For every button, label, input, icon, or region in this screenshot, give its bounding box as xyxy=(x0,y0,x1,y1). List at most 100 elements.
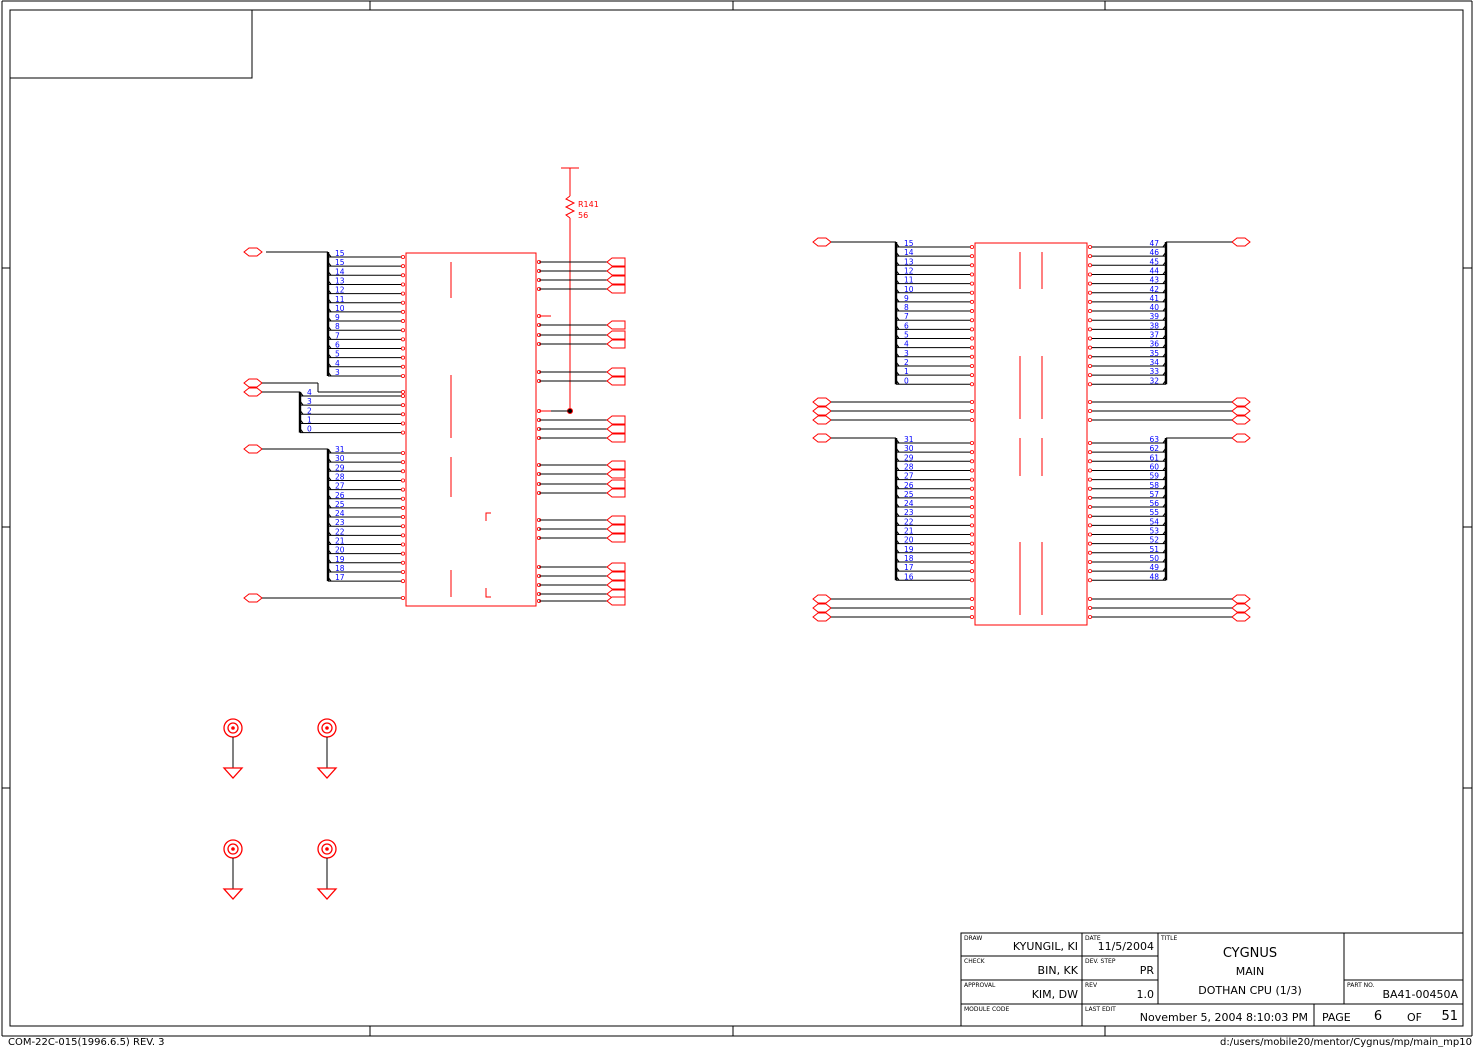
pin-terminal xyxy=(400,551,405,556)
pin-terminal xyxy=(970,468,975,473)
left-ic-wires xyxy=(243,247,626,606)
offpage-connector xyxy=(812,397,832,407)
pin-terminal xyxy=(1088,382,1093,387)
pin-label: 33 xyxy=(1149,367,1159,376)
approval-label: APPROVAL xyxy=(964,982,996,989)
pin-terminal xyxy=(400,346,405,351)
pin-terminal xyxy=(970,318,975,323)
pin-terminal xyxy=(400,337,405,342)
pin-terminal xyxy=(1088,408,1093,413)
ground-symbol xyxy=(316,888,338,900)
pin-terminal xyxy=(970,505,975,510)
offpage-connector xyxy=(606,571,626,581)
pin-terminal xyxy=(970,382,975,387)
mounting-holes xyxy=(222,718,338,900)
rev-label: REV xyxy=(1085,982,1098,989)
pin-label: 11 xyxy=(335,295,345,304)
pin-terminal xyxy=(970,263,975,268)
of-label: OF xyxy=(1407,1011,1422,1024)
pin-terminal xyxy=(400,389,405,394)
pin-terminal xyxy=(1088,263,1093,268)
pin-label: 24 xyxy=(904,499,914,508)
mounting-hole-center xyxy=(231,847,235,851)
pin-label: 27 xyxy=(904,472,914,481)
pin-label: 22 xyxy=(335,527,345,536)
pin-terminal xyxy=(970,309,975,314)
pin-label: 21 xyxy=(904,527,914,536)
right-ic-wires xyxy=(812,237,1251,622)
mounting-hole-center xyxy=(231,726,235,730)
pin-label: 10 xyxy=(904,285,914,294)
pin-label: 30 xyxy=(335,454,345,463)
mounting-hole-center xyxy=(325,847,329,851)
pin-terminal xyxy=(970,244,975,249)
offpage-connector xyxy=(606,533,626,543)
pin-terminal xyxy=(400,300,405,305)
pin-label: 3 xyxy=(307,397,312,406)
pin-terminal xyxy=(970,477,975,482)
ground-symbol xyxy=(222,888,244,900)
pin-terminal xyxy=(970,541,975,546)
revision-box xyxy=(9,9,253,79)
draw-label: DRAW xyxy=(964,935,982,942)
of-value: 51 xyxy=(1441,1009,1458,1024)
pin-label: 12 xyxy=(335,286,345,295)
resistor-ref: R141 xyxy=(578,200,599,209)
pin-label: 52 xyxy=(1149,536,1159,545)
offpage-connector xyxy=(606,339,626,349)
pin-label: 41 xyxy=(1149,294,1159,303)
pin-terminal xyxy=(400,430,405,435)
pin-terminal xyxy=(1088,532,1093,537)
pin-terminal xyxy=(400,579,405,584)
offpage-connector xyxy=(1231,603,1251,613)
pin-terminal xyxy=(1088,244,1093,249)
date-value: 11/5/2004 xyxy=(1098,940,1154,953)
pin-label: 57 xyxy=(1149,490,1159,499)
pin-label: 51 xyxy=(1149,545,1159,554)
ground-symbol xyxy=(316,767,338,779)
offpage-connector xyxy=(812,594,832,604)
pin-label: 28 xyxy=(904,462,914,471)
offpage-connector xyxy=(243,387,263,397)
pin-terminal xyxy=(400,478,405,483)
pin-terminal xyxy=(1088,495,1093,500)
pin-terminal xyxy=(400,596,405,601)
pin-label: 8 xyxy=(904,303,909,312)
pin-terminal xyxy=(1088,559,1093,564)
pin-label: 36 xyxy=(1149,340,1159,349)
left-ic-separators xyxy=(450,262,491,598)
pin-terminal xyxy=(970,399,975,404)
pin-terminal xyxy=(400,364,405,369)
pin-label: 43 xyxy=(1149,276,1159,285)
pin-terminal xyxy=(1088,541,1093,546)
pin-label: 29 xyxy=(335,463,345,472)
pin-label: 39 xyxy=(1149,312,1159,321)
pin-label: 6 xyxy=(904,321,909,330)
pin-label: 56 xyxy=(1149,499,1159,508)
module-label: MODULE CODE xyxy=(964,1006,1009,1013)
pin-terminal xyxy=(1088,569,1093,574)
pin-label: 18 xyxy=(335,564,345,573)
pin-label: 29 xyxy=(904,453,914,462)
right-ic-pin-labels: 1514131211109876543210474645444342414039… xyxy=(904,239,1159,581)
pin-label: 2 xyxy=(307,406,312,415)
pin-terminal xyxy=(1088,578,1093,583)
offpage-connector xyxy=(606,266,626,276)
pin-label: 12 xyxy=(904,266,914,275)
offpage-connector xyxy=(243,378,263,388)
pin-terminal xyxy=(400,469,405,474)
pin-label: 45 xyxy=(1149,257,1159,266)
pin-label: 9 xyxy=(335,313,340,322)
pin-terminal xyxy=(1088,606,1093,611)
pin-label: 7 xyxy=(335,331,340,340)
offpage-connector xyxy=(606,580,626,590)
pin-terminal xyxy=(970,523,975,528)
offpage-connector xyxy=(606,424,626,434)
pin-terminal xyxy=(1088,523,1093,528)
offpage-connector xyxy=(812,406,832,416)
offpage-connector xyxy=(243,593,263,603)
pin-label: 0 xyxy=(307,425,312,434)
offpage-connector xyxy=(606,562,626,572)
pin-terminal xyxy=(400,515,405,520)
pin-terminal xyxy=(1088,318,1093,323)
